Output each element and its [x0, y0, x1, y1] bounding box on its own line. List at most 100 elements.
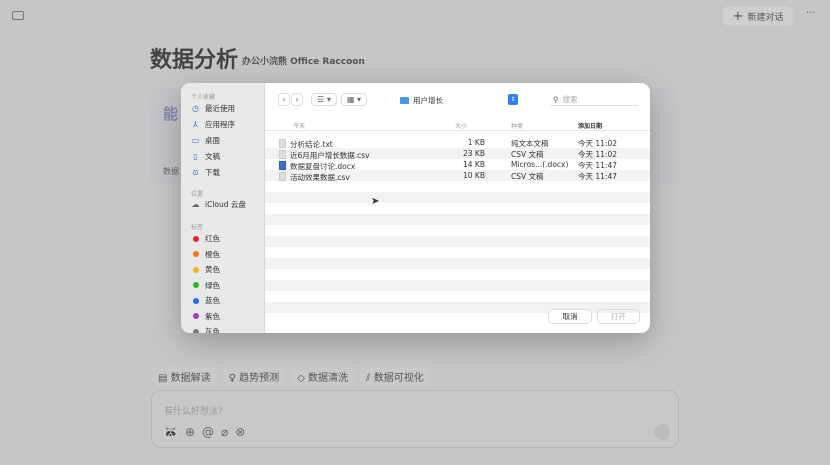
sidebar-item[interactable]: ⊙ 下载	[191, 167, 220, 178]
chip-icon: ◇	[297, 373, 305, 384]
card-heading: 能	[163, 105, 179, 123]
updown-icon: ⇕	[508, 94, 518, 105]
sidebar-tag[interactable]: 蓝色	[191, 295, 220, 306]
send-button[interactable]	[654, 424, 670, 440]
tags-label: 标签	[191, 224, 204, 231]
new-chat-button[interactable]: + 新建对话	[723, 6, 793, 26]
sidebar-item[interactable]: ▯ 文稿	[191, 151, 220, 162]
document-icon: ▯	[193, 152, 198, 161]
forward-button[interactable]: ›	[291, 93, 303, 106]
file-size: 14 KB	[463, 160, 485, 169]
sidebar-item[interactable]: ◷ 最近使用	[191, 103, 235, 114]
location-label: 用户增长	[413, 95, 443, 105]
plus-icon: +	[732, 8, 744, 24]
globe-icon[interactable]: ⊕	[185, 425, 195, 439]
input-toolbar: 🦝 ⊕ @ ⌀ ⊗	[163, 425, 245, 439]
table-row[interactable]: 活动效果数据.csv 10 KB CSV 文稿 今天 11:47	[265, 170, 650, 182]
tag-dot-icon	[192, 266, 199, 273]
at-icon[interactable]: @	[202, 425, 214, 439]
sidebar-item[interactable]: ⅄ 应用程序	[191, 119, 235, 130]
file-size: 1 KB	[467, 138, 485, 147]
word-document-icon	[279, 160, 286, 170]
empty-row	[265, 247, 650, 258]
search-input[interactable]: ⚲ 搜索	[550, 93, 638, 106]
file-size: 23 KB	[463, 149, 485, 158]
file-icon	[279, 171, 286, 181]
quick-action-chip[interactable]: ▤ 数据解读	[152, 367, 217, 386]
tag-label: 紫色	[205, 311, 220, 321]
empty-row	[265, 280, 650, 291]
chip-label: 数据可视化	[373, 373, 424, 384]
quick-action-chip[interactable]: ⫽ 数据可视化	[360, 367, 430, 386]
tag-label: 蓝色	[205, 296, 220, 305]
search-placeholder: 搜索	[562, 94, 578, 104]
sidebar-toggle-icon[interactable]	[12, 11, 24, 20]
empty-row	[265, 269, 650, 280]
chip-icon: ♀	[228, 373, 236, 384]
col-date[interactable]: 添加日期	[578, 121, 602, 130]
sidebar-item[interactable]: ▭ 桌面	[191, 135, 220, 146]
empty-row	[265, 192, 650, 203]
sidebar-item-label: iCloud 云盘	[205, 200, 246, 209]
empty-row	[265, 225, 650, 236]
file-icon	[279, 149, 286, 159]
download-icon: ⊙	[192, 168, 199, 177]
sidebar-tag[interactable]: 紫色	[191, 311, 220, 322]
file-icon	[279, 138, 286, 148]
col-kind[interactable]: 种类	[511, 121, 523, 130]
grid-view-button[interactable]: ▦ ▾	[341, 93, 367, 106]
raccoon-icon[interactable]: 🦝	[163, 425, 178, 439]
table-row[interactable]: 分析结论.txt 1 KB 纯文本文稿 今天 11:02	[265, 137, 650, 149]
quick-action-chip[interactable]: ◇ 数据清洗	[291, 367, 355, 386]
empty-row	[265, 302, 650, 313]
tag-label: 灰色	[205, 327, 220, 333]
location-popup[interactable]: 用户增长 ⇕	[400, 93, 518, 107]
more-icon[interactable]: ···	[806, 8, 816, 19]
tag-dot-icon	[192, 282, 199, 288]
atom-icon[interactable]: ⊗	[235, 425, 245, 439]
empty-row	[265, 181, 650, 192]
tag-label: 黄色	[205, 265, 220, 274]
favorites-label: 个人收藏	[191, 94, 216, 101]
sidebar-item-label: 应用程序	[205, 120, 235, 129]
sidebar-tag[interactable]: 灰色	[191, 326, 220, 333]
file-size: 10 KB	[463, 171, 485, 180]
sidebar-item-label: 文稿	[205, 152, 220, 161]
card-description: 数据	[163, 167, 179, 176]
chip-icon: ⫽	[366, 373, 371, 384]
sidebar-item-icloud[interactable]: ☁ iCloud 云盘	[191, 199, 246, 210]
col-size[interactable]: 大小	[455, 121, 467, 130]
locations-label: 位置	[191, 191, 204, 198]
empty-row	[265, 291, 650, 302]
col-name[interactable]: 今天	[293, 121, 305, 130]
sidebar-tag[interactable]: 橙色	[191, 249, 220, 260]
sidebar-tag[interactable]: 绿色	[191, 280, 220, 291]
paperclip-icon[interactable]: ⌀	[221, 425, 228, 439]
chat-input-placeholder: 有什么好想法?	[164, 407, 223, 417]
chat-input[interactable]	[151, 390, 679, 448]
sidebar-tag[interactable]: 黄色	[191, 264, 220, 275]
folder-icon	[400, 96, 409, 104]
file-kind: Micros...(.docx)	[511, 160, 569, 169]
sidebar-item-label: 下载	[205, 168, 220, 177]
page-subtitle: 办公小浣熊 Office Raccoon	[242, 57, 365, 67]
sidebar-tag[interactable]: 红色	[191, 233, 220, 244]
quick-action-chip[interactable]: ♀ 趋势预测	[222, 367, 286, 386]
quick-actions: ▤ 数据解读 ♀ 趋势预测 ◇ 数据清洗 ⫽ 数据可视化	[152, 367, 430, 386]
chip-label: 数据解读	[170, 373, 211, 384]
sidebar-item-label: 桌面	[205, 136, 220, 145]
empty-row	[265, 214, 650, 225]
file-open-dialog: 个人收藏 ◷ 最近使用 ⅄ 应用程序 ▭ 桌面 ▯ 文稿 ⊙ 下载位置 ☁ iCloud 云盘标签红色橙…	[181, 83, 650, 333]
table-row[interactable]: 数据复盘讨论.docx 14 KB Micros...(.docx) 今天 11…	[265, 159, 650, 171]
tag-dot-icon	[192, 251, 199, 257]
list-view-button[interactable]: ☰ ▾	[311, 93, 337, 106]
open-button[interactable]: 打开	[598, 310, 639, 323]
tag-dot-icon	[192, 297, 199, 304]
cancel-button[interactable]: 取消	[549, 310, 591, 323]
chip-icon: ▤	[158, 373, 168, 384]
table-row[interactable]: 近6月用户增长数据.csv 23 KB CSV 文稿 今天 11:02	[265, 148, 650, 160]
search-icon: ⚲	[553, 94, 559, 104]
dialog-sidebar: 个人收藏 ◷ 最近使用 ⅄ 应用程序 ▭ 桌面 ▯ 文稿 ⊙ 下载位置 ☁ iCloud 云盘标签红色橙…	[181, 83, 265, 333]
back-button[interactable]: ‹	[278, 93, 290, 106]
chip-label: 数据清洗	[308, 373, 349, 384]
